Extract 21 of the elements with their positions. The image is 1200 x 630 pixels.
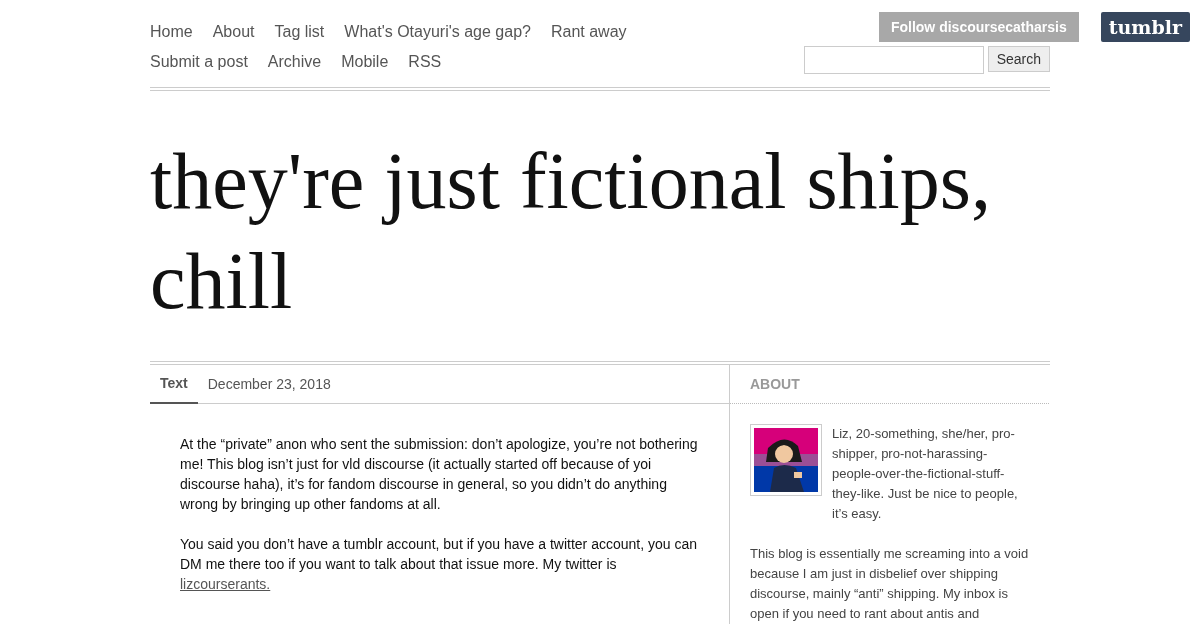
blog-title: they're just fictional ships, chill: [150, 136, 992, 327]
nav-link[interactable]: Mobile: [341, 51, 389, 74]
nav-link[interactable]: Home: [150, 22, 193, 45]
sidebar-heading: ABOUT: [750, 374, 800, 394]
nav-link[interactable]: Archive: [267, 51, 322, 74]
nav-link[interactable]: Tag list: [274, 22, 325, 45]
nav-link[interactable]: What's Otayuri's age gap?: [344, 22, 531, 45]
about-paragraph: This blog is essentially me screaming into a void because I am just in disbelief over shipping discourse, mainly “anti” shipping. My inbox is open if you need to rant about antis and: [750, 545, 1029, 623]
search-field[interactable]: [803, 46, 984, 74]
about-paragraph: Liz, 20-something, she/her, pro-shipper, pro-not-harassing-people-over-the-fictional-stuff-they-like. Just be nice to people, it’s easy.: [832, 425, 1019, 523]
post-date[interactable]: December 23, 2018: [197, 365, 341, 403]
tumblr-logo[interactable]: tumblr: [1100, 12, 1190, 42]
nav-link[interactable]: RSS: [408, 51, 442, 74]
twitter-link[interactable]: lizcourserants.: [180, 576, 271, 592]
post-paragraph: At the “private” anon who sent the submission: don’t apologize, you’re not bothering me! This blog isn’t just for vld discourse (it actually started off because of yoi discourse haha), it’s for fandom discourse in general, so you didn’t do anything wrong by bringing up other fandoms at all.: [180, 435, 699, 514]
post-type-tab[interactable]: Text: [150, 365, 198, 404]
nav-link[interactable]: About: [212, 22, 255, 45]
search-button[interactable]: Search: [987, 46, 1050, 72]
post-paragraph: You said you don’t have a tumblr account, but if you have a twitter account, you can DM me there too if you want to talk about that issue more. My twitter is lizcourserants.: [180, 535, 699, 594]
nav-link[interactable]: Submit a post: [150, 51, 248, 74]
nav-link[interactable]: Rant away: [550, 22, 627, 45]
